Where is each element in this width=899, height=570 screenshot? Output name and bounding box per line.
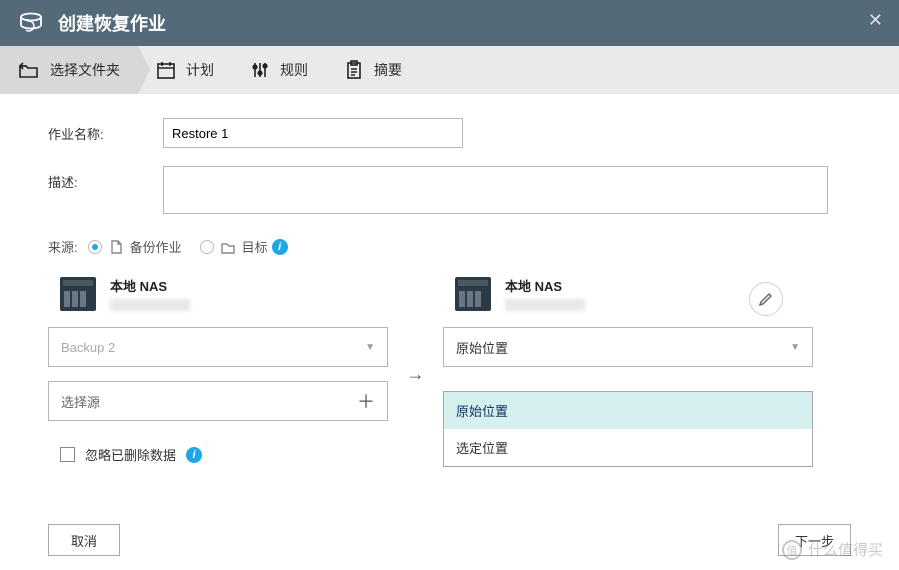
- step-rules[interactable]: 规则: [232, 46, 326, 94]
- location-dropdown: 原始位置 选定位置: [443, 391, 813, 467]
- source-column: 本地 NAS Backup 2 ▼ 选择源 ＋: [48, 276, 388, 421]
- step-select-folder[interactable]: 选择文件夹: [0, 46, 138, 94]
- folder-select-icon: [18, 60, 40, 80]
- source-backup-option[interactable]: 备份作业: [88, 237, 182, 256]
- calendar-icon: [156, 60, 176, 80]
- step-tabs: 选择文件夹 计划 规则 摘要: [0, 46, 899, 94]
- job-name-input[interactable]: [163, 118, 463, 148]
- location-select-value: 原始位置: [456, 338, 508, 357]
- restore-icon: [18, 12, 44, 34]
- destination-column: 本地 NAS 原始位置 ▼ 原始位置 选定位置: [443, 276, 783, 421]
- arrow-icon: →: [388, 276, 443, 421]
- description-label: 描述:: [48, 166, 163, 191]
- form-content: 作业名称: 描述: 来源: 备份作业 目标 i 本地 NAS: [0, 94, 899, 474]
- ignore-deleted-label: 忽略已删除数据: [85, 445, 176, 464]
- titlebar: 创建恢复作业 ✕: [0, 0, 899, 46]
- nas-device-icon: [455, 277, 491, 311]
- step-label: 摘要: [374, 60, 402, 80]
- info-icon[interactable]: i: [186, 447, 202, 463]
- step-label: 计划: [186, 60, 214, 80]
- checkbox-unchecked-icon: [60, 447, 75, 462]
- source-label: 来源:: [48, 237, 78, 256]
- backup-select-value: Backup 2: [61, 340, 115, 355]
- next-button[interactable]: 下一步: [778, 524, 851, 556]
- footer: 取消 下一步: [0, 524, 899, 556]
- backup-select[interactable]: Backup 2 ▼: [48, 327, 388, 367]
- window-title: 创建恢复作业: [58, 10, 166, 36]
- job-name-label: 作业名称:: [48, 118, 163, 143]
- radio-unchecked-icon: [200, 240, 214, 254]
- step-label: 选择文件夹: [50, 60, 120, 80]
- cancel-button[interactable]: 取消: [48, 524, 120, 556]
- source-row: 来源: 备份作业 目标 i: [48, 237, 851, 256]
- nas-device-icon: [60, 277, 96, 311]
- step-label: 规则: [280, 60, 308, 80]
- info-icon[interactable]: i: [272, 239, 288, 255]
- choose-source-label: 选择源: [61, 392, 100, 411]
- source-target-option[interactable]: 目标 i: [200, 237, 288, 256]
- dest-nas-subtitle-redacted: [505, 299, 585, 311]
- chevron-down-icon: ▼: [365, 342, 375, 353]
- step-summary[interactable]: 摘要: [326, 46, 420, 94]
- radio-checked-icon: [88, 240, 102, 254]
- close-icon[interactable]: ✕: [868, 10, 883, 31]
- choose-source-box[interactable]: 选择源 ＋: [48, 381, 388, 421]
- step-schedule[interactable]: 计划: [138, 46, 232, 94]
- plus-icon: ＋: [357, 388, 375, 414]
- source-backup-label: 备份作业: [130, 237, 182, 256]
- chevron-down-icon: ▼: [790, 342, 800, 353]
- dropdown-item-original[interactable]: 原始位置: [444, 392, 812, 429]
- source-nas-subtitle-redacted: [110, 299, 190, 311]
- location-select[interactable]: 原始位置 ▼: [443, 327, 813, 367]
- dest-nas-title: 本地 NAS: [505, 276, 585, 295]
- edit-destination-button[interactable]: [749, 282, 783, 316]
- dropdown-item-selected[interactable]: 选定位置: [444, 429, 812, 466]
- source-nas-title: 本地 NAS: [110, 276, 190, 295]
- source-target-label: 目标: [242, 237, 268, 256]
- sliders-icon: [250, 60, 270, 80]
- description-input[interactable]: [163, 166, 828, 214]
- clipboard-icon: [344, 60, 364, 80]
